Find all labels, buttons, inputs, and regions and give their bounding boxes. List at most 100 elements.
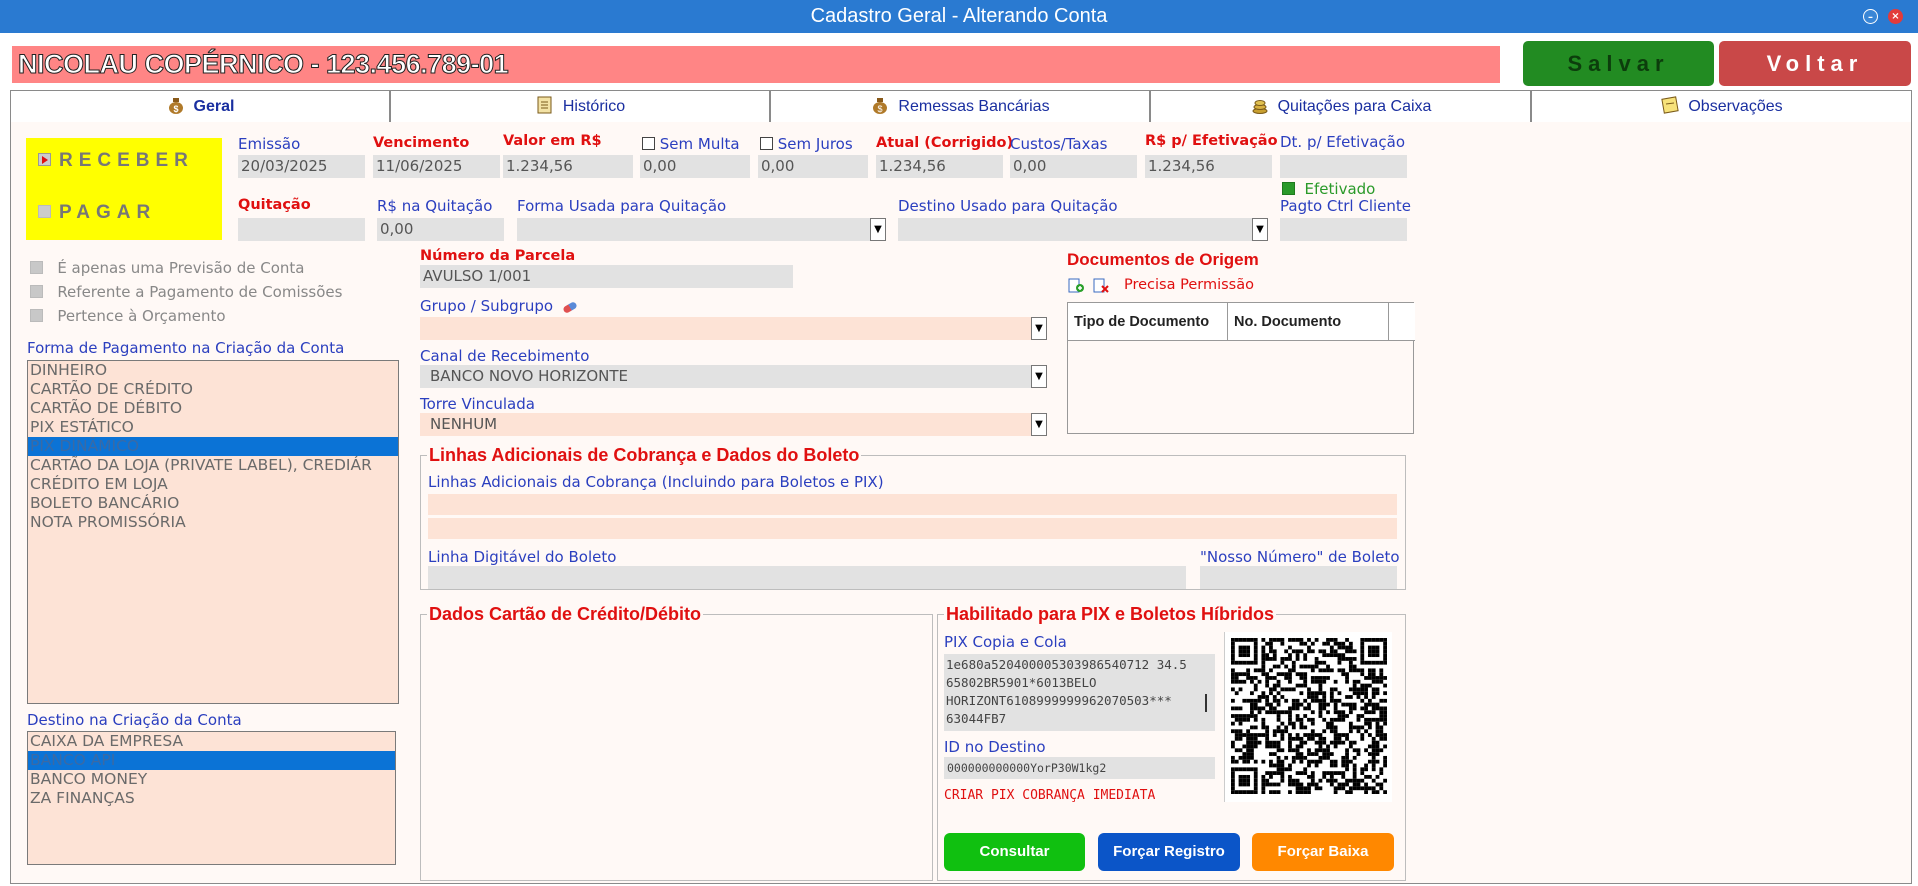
close-icon[interactable]: × (1888, 9, 1903, 24)
documentos-table[interactable]: Tipo de Documento No. Documento (1067, 302, 1415, 434)
qr-code-image (1231, 638, 1387, 794)
sem-juros-field[interactable]: 0,00 (758, 155, 868, 178)
torre-value: NENHUM (430, 415, 498, 433)
list-item[interactable]: BANCO MONEY (28, 770, 395, 789)
list-item[interactable]: ZA FINANÇAS (28, 789, 395, 808)
valor-field[interactable]: 1.234,56 (503, 155, 633, 178)
add-document-icon[interactable] (1067, 276, 1085, 294)
tab-remessas[interactable]: $ Remessas Bancárias (770, 90, 1150, 122)
sem-multa-checkbox[interactable] (642, 137, 655, 150)
dt-efetivacao-field[interactable] (1280, 155, 1407, 178)
forcar-registro-button[interactable]: Forçar Registro (1098, 833, 1240, 871)
nosso-numero-field[interactable] (1200, 566, 1397, 589)
nosso-numero-label: "Nosso Número" de Boleto (1200, 548, 1400, 566)
destino-criacao-list[interactable]: CAIXA DA EMPRESA BANCO API BANCO MONEY Z… (27, 731, 396, 865)
list-item-selected[interactable]: BANCO API (28, 751, 395, 770)
quitacao-field[interactable] (238, 218, 365, 241)
sem-juros-checkbox[interactable] (760, 137, 773, 150)
linha-digitavel-field[interactable] (428, 566, 1186, 589)
list-item[interactable]: CARTÃO DE CRÉDITO (28, 380, 398, 399)
rs-efetivacao-field[interactable]: 1.234,56 (1145, 155, 1272, 178)
list-item[interactable]: CAIXA DA EMPRESA (28, 732, 395, 751)
chevron-down-icon[interactable]: ▼ (1031, 413, 1047, 436)
pagar-radio[interactable] (38, 205, 51, 218)
list-item[interactable]: DINHEIRO (28, 361, 398, 380)
tab-label: Geral (193, 98, 235, 115)
custos-label: Custos/Taxas (1010, 135, 1108, 153)
rs-quitacao-field[interactable]: 0,00 (377, 218, 504, 241)
grupo-select[interactable]: ▼ (420, 317, 1047, 340)
comissoes-option[interactable]: Referente a Pagamento de Comissões (30, 283, 342, 301)
forma-pagamento-label: Forma de Pagamento na Criação da Conta (27, 339, 345, 357)
sem-multa-field[interactable]: 0,00 (640, 155, 750, 178)
chevron-down-icon[interactable]: ▼ (870, 218, 886, 241)
efetivado-option[interactable]: Efetivado (1282, 180, 1375, 198)
save-button[interactable]: Salvar (1523, 41, 1714, 86)
torre-select[interactable]: NENHUM ▼ (420, 413, 1047, 436)
emissao-field[interactable]: 20/03/2025 (238, 155, 365, 178)
efetivado-checkbox[interactable] (1282, 182, 1295, 195)
minimize-icon[interactable]: – (1863, 9, 1878, 24)
svg-text:$: $ (878, 104, 883, 114)
consultar-button[interactable]: Consultar (944, 833, 1085, 871)
destino-quitacao-select[interactable]: ▼ (898, 218, 1268, 241)
pill-icon[interactable] (561, 300, 578, 315)
tab-historico[interactable]: Histórico (390, 90, 770, 122)
quitacao-label: Quitação (238, 197, 311, 213)
receber-option[interactable]: RECEBER (38, 150, 194, 172)
list-item[interactable]: BOLETO BANCÁRIO (28, 494, 398, 513)
sem-multa-option[interactable]: Sem Multa (642, 135, 740, 153)
chevron-down-icon[interactable]: ▼ (1031, 317, 1047, 340)
receber-radio[interactable] (38, 153, 51, 166)
previsao-option[interactable]: É apenas uma Previsão de Conta (30, 259, 304, 277)
parcela-field[interactable]: AVULSO 1/001 (420, 265, 793, 288)
list-item[interactable]: CRÉDITO EM LOJA (28, 475, 398, 494)
list-item[interactable]: PIX ESTÁTICO (28, 418, 398, 437)
grupo-label: Grupo / Subgrupo (420, 297, 578, 315)
criar-pix-link[interactable]: CRIAR PIX COBRANÇA IMEDIATA (944, 788, 1155, 803)
custos-field[interactable]: 0,00 (1010, 155, 1137, 178)
orcamento-label: Pertence à Orçamento (57, 307, 226, 325)
canal-select[interactable]: BANCO NOVO HORIZONTE ▼ (420, 365, 1047, 388)
efetivado-label: Efetivado (1304, 180, 1376, 198)
emissao-label: Emissão (238, 135, 301, 153)
forcar-baixa-button[interactable]: Forçar Baixa (1252, 833, 1394, 871)
tab-geral[interactable]: $ Geral (10, 90, 390, 122)
pagar-option[interactable]: PAGAR (38, 202, 156, 224)
forma-quitacao-select[interactable]: ▼ (517, 218, 886, 241)
pagto-ctrl-field[interactable] (1280, 218, 1407, 241)
column-header[interactable]: No. Documento (1228, 303, 1389, 341)
atual-field[interactable]: 1.234,56 (876, 155, 1003, 178)
remove-document-icon[interactable] (1092, 276, 1110, 294)
sem-juros-option[interactable]: Sem Juros (760, 135, 853, 153)
linha-adicional-2-field[interactable] (428, 518, 1397, 539)
money-bag-icon: $ (873, 98, 888, 114)
previsao-checkbox[interactable] (30, 261, 43, 274)
comissoes-checkbox[interactable] (30, 285, 43, 298)
tab-observacoes[interactable]: Observações (1531, 90, 1912, 122)
orcamento-option[interactable]: Pertence à Orçamento (30, 307, 226, 325)
title-bar: Cadastro Geral - Alterando Conta – × (0, 0, 1918, 33)
rs-quitacao-label: R$ na Quitação (377, 197, 493, 215)
list-item[interactable]: CARTÃO DA LOJA (PRIVATE LABEL), CREDIÁR (28, 456, 398, 475)
pagto-ctrl-label: Pagto Ctrl Cliente (1280, 197, 1412, 215)
list-item[interactable]: CARTÃO DE DÉBITO (28, 399, 398, 418)
vencimento-field[interactable]: 11/06/2025 (373, 155, 500, 178)
chevron-down-icon[interactable]: ▼ (1252, 218, 1268, 241)
column-header[interactable]: Tipo de Documento (1068, 303, 1228, 341)
orcamento-checkbox[interactable] (30, 309, 43, 322)
id-destino-field[interactable]: 000000000000YorP30W1kg2 (944, 757, 1215, 779)
tab-quitacoes[interactable]: Quitações para Caixa (1150, 90, 1531, 122)
linha-adicional-1-field[interactable] (428, 494, 1397, 515)
parcela-label: Número da Parcela (420, 248, 576, 264)
list-item-selected[interactable]: PIX DINÂMICO (28, 437, 398, 456)
tab-label: Quitações para Caixa (1277, 98, 1432, 115)
list-item[interactable]: NOTA PROMISSÓRIA (28, 513, 398, 532)
canal-value: BANCO NOVO HORIZONTE (430, 367, 629, 385)
back-button[interactable]: Voltar (1719, 41, 1911, 86)
tab-label: Remessas Bancárias (898, 98, 1050, 115)
forma-pagamento-list[interactable]: DINHEIRO CARTÃO DE CRÉDITO CARTÃO DE DÉB… (27, 360, 399, 704)
copia-cola-field[interactable]: 1e680a520400005303986540712 34.5 65802BR… (944, 654, 1215, 731)
chevron-down-icon[interactable]: ▼ (1031, 365, 1047, 388)
notepad-icon (1661, 96, 1680, 114)
